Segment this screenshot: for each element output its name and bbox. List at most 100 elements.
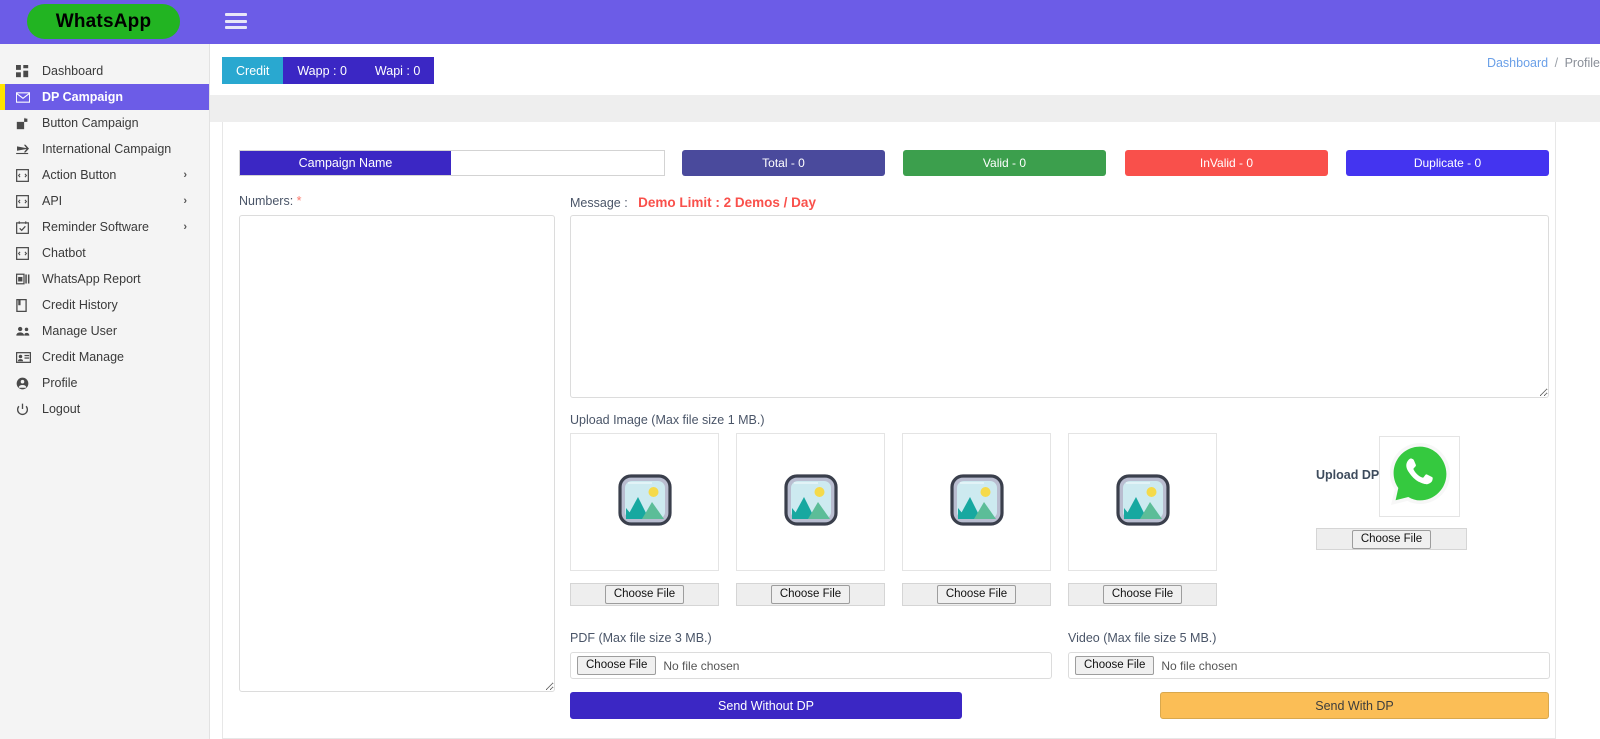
mailbox-icon xyxy=(16,116,34,130)
image-placeholder-icon xyxy=(617,473,672,531)
brand-logo: WhatsApp xyxy=(27,4,180,39)
image-file-input-3[interactable]: Choose File xyxy=(902,583,1051,606)
pdf-file-input[interactable]: Choose File No file chosen xyxy=(570,652,1052,679)
chevron-right-icon: › xyxy=(183,221,187,233)
sidebar-item-profile[interactable]: Profile xyxy=(0,370,209,396)
sidebar-item-label: Chatbot xyxy=(42,246,86,260)
image-file-input-4[interactable]: Choose File xyxy=(1068,583,1217,606)
grid-dashboard-icon xyxy=(16,64,34,78)
sidebar-item-api[interactable]: API › xyxy=(0,188,209,214)
top-bar: WhatsApp xyxy=(0,0,1600,44)
video-file-status: No file chosen xyxy=(1161,658,1238,673)
breadcrumb: Dashboard / Profile xyxy=(1487,56,1600,70)
window-code-icon xyxy=(16,246,34,260)
sidebar-item-label: Button Campaign xyxy=(42,116,139,130)
status-badge-duplicate: Duplicate - 0 xyxy=(1346,150,1549,176)
credit-tab-strip: Credit Wapp : 0 Wapi : 0 xyxy=(222,57,435,84)
sidebar-item-dp-campaign[interactable]: DP Campaign xyxy=(0,84,209,110)
id-card-icon xyxy=(16,350,34,364)
whatsapp-logo-icon xyxy=(1385,439,1455,514)
dp-file-input[interactable]: Choose File xyxy=(1316,528,1467,550)
send-with-dp-button[interactable]: Send With DP xyxy=(1160,692,1549,719)
sidebar-item-label: Credit Manage xyxy=(42,350,124,364)
choose-file-button[interactable]: Choose File xyxy=(577,656,657,675)
airplane-icon xyxy=(16,142,34,156)
sidebar-item-whatsapp-report[interactable]: WhatsApp Report xyxy=(0,266,209,292)
choose-file-button[interactable]: Choose File xyxy=(1075,656,1155,675)
numbers-textarea[interactable] xyxy=(239,215,555,692)
hamburger-icon[interactable] xyxy=(225,11,247,31)
image-preview-slot xyxy=(736,433,885,571)
image-placeholder-icon xyxy=(1115,473,1170,531)
message-textarea[interactable] xyxy=(570,215,1549,398)
tab-wapp[interactable]: Wapp : 0 xyxy=(283,57,361,84)
sidebar-item-button-campaign[interactable]: Button Campaign xyxy=(0,110,209,136)
sidebar: Dashboard DP Campaign Button Campaign In… xyxy=(0,44,210,739)
choose-file-button[interactable]: Choose File xyxy=(936,585,1017,604)
choose-file-button[interactable]: Choose File xyxy=(1351,529,1432,549)
sidebar-item-label: WhatsApp Report xyxy=(42,272,141,286)
video-label: Video (Max file size 5 MB.) xyxy=(1068,631,1217,645)
campaign-name-input[interactable] xyxy=(451,151,664,175)
image-placeholder-icon xyxy=(783,473,838,531)
content-divider-band xyxy=(210,95,1600,122)
sidebar-item-label: Manage User xyxy=(42,324,118,338)
video-file-input[interactable]: Choose File No file chosen xyxy=(1068,652,1550,679)
breadcrumb-item-dashboard[interactable]: Dashboard xyxy=(1487,56,1548,70)
sidebar-item-label: Profile xyxy=(42,376,78,390)
sidebar-item-international-campaign[interactable]: International Campaign xyxy=(0,136,209,162)
envelope-icon xyxy=(16,90,34,104)
window-code-icon xyxy=(16,194,34,208)
upload-dp-label: Upload DP xyxy=(1316,468,1380,482)
demo-limit-notice: Demo Limit : 2 Demos / Day xyxy=(638,195,816,210)
calendar-check-icon xyxy=(16,220,34,234)
dp-preview xyxy=(1379,436,1460,517)
sidebar-item-label: Action Button xyxy=(42,168,117,182)
chevron-right-icon: › xyxy=(183,169,187,181)
sidebar-item-dashboard[interactable]: Dashboard xyxy=(0,58,209,84)
sidebar-item-label: DP Campaign xyxy=(42,90,124,104)
breadcrumb-separator: / xyxy=(1554,56,1559,70)
sidebar-item-chatbot[interactable]: Chatbot xyxy=(0,240,209,266)
campaign-summary-row: Campaign Name Total - 0 Valid - 0 InVali… xyxy=(239,150,1549,176)
numbers-label: Numbers: * xyxy=(239,194,302,208)
image-preview-slot xyxy=(570,433,719,571)
sidebar-item-label: Dashboard xyxy=(42,64,104,78)
sidebar-item-manage-user[interactable]: Manage User xyxy=(0,318,209,344)
sidebar-item-label: API xyxy=(42,194,63,208)
message-label-row: Message : Demo Limit : 2 Demos / Day xyxy=(570,195,816,210)
tab-credit[interactable]: Credit xyxy=(222,57,284,84)
message-label: Message : xyxy=(570,196,628,210)
choose-file-button[interactable]: Choose File xyxy=(770,585,851,604)
image-file-input-2[interactable]: Choose File xyxy=(736,583,885,606)
pdf-label: PDF (Max file size 3 MB.) xyxy=(570,631,712,645)
sidebar-item-logout[interactable]: Logout xyxy=(0,396,209,422)
user-circle-icon xyxy=(16,376,34,390)
sidebar-item-label: International Campaign xyxy=(42,142,172,156)
chevron-right-icon: › xyxy=(183,195,187,207)
dp-campaign-form-card: Campaign Name Total - 0 Valid - 0 InVali… xyxy=(222,122,1556,739)
sidebar-item-credit-manage[interactable]: Credit Manage xyxy=(0,344,209,370)
window-code-icon xyxy=(16,168,34,182)
status-badge-valid: Valid - 0 xyxy=(903,150,1106,176)
campaign-name-label: Campaign Name xyxy=(240,151,451,175)
status-badge-total: Total - 0 xyxy=(682,150,885,176)
upload-image-label: Upload Image (Max file size 1 MB.) xyxy=(570,413,765,427)
sidebar-item-reminder-software[interactable]: Reminder Software › xyxy=(0,214,209,240)
book-icon xyxy=(16,298,34,312)
send-without-dp-button[interactable]: Send Without DP xyxy=(570,692,962,719)
required-marker: * xyxy=(296,194,302,208)
sidebar-item-action-button[interactable]: Action Button › xyxy=(0,162,209,188)
sidebar-item-label: Reminder Software xyxy=(42,220,149,234)
choose-file-button[interactable]: Choose File xyxy=(1102,585,1183,604)
users-icon xyxy=(16,324,34,338)
choose-file-button[interactable]: Choose File xyxy=(604,585,685,604)
pdf-file-status: No file chosen xyxy=(663,658,740,673)
report-chart-icon xyxy=(16,272,34,286)
image-file-input-1[interactable]: Choose File xyxy=(570,583,719,606)
image-preview-slot xyxy=(1068,433,1217,571)
sidebar-item-label: Credit History xyxy=(42,298,118,312)
breadcrumb-item-profile: Profile xyxy=(1564,56,1600,70)
sidebar-item-credit-history[interactable]: Credit History xyxy=(0,292,209,318)
tab-wapi[interactable]: Wapi : 0 xyxy=(360,57,435,84)
